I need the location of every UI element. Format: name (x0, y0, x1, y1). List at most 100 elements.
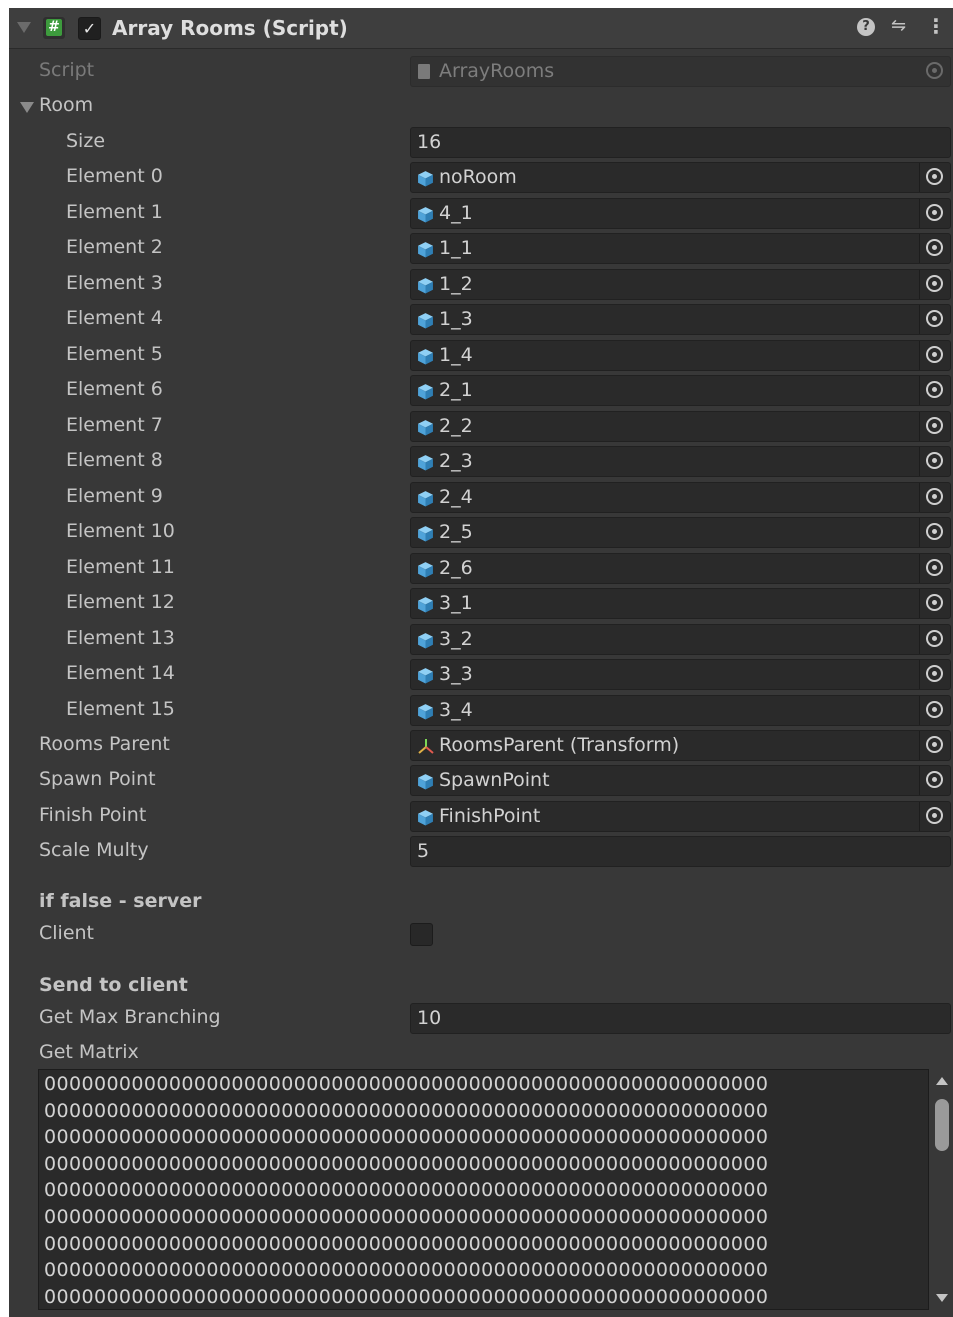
element-object-field[interactable]: 2_6 (410, 552, 951, 584)
object-picker-button[interactable] (919, 731, 950, 760)
matrix-textarea[interactable]: 0000000000000000000000000000000000000000… (38, 1069, 929, 1310)
object-picker-icon (926, 736, 943, 753)
object-picker-button[interactable] (919, 624, 950, 654)
object-picker-button[interactable] (919, 482, 950, 512)
matrix-scrollbar[interactable] (932, 1069, 952, 1310)
script-row: Script ArrayRooms (9, 55, 953, 90)
help-icon[interactable]: ? (857, 18, 875, 36)
object-picker-button[interactable] (919, 660, 950, 689)
matrix-line: 0000000000000000000000000000000000000000… (44, 1073, 769, 1095)
scale-multy-value[interactable]: 5 (417, 840, 429, 862)
object-picker-button[interactable] (919, 163, 950, 192)
object-picker-button[interactable] (919, 695, 950, 725)
scroll-down-arrow-icon[interactable] (936, 1294, 948, 1302)
spawn-point-label: Spawn Point (39, 768, 156, 790)
scale-multy-input[interactable]: 5 (410, 836, 951, 867)
element-object-field[interactable]: 2_1 (410, 375, 951, 406)
element-object-field[interactable]: 4_1 (410, 197, 951, 229)
scale-multy-label: Scale Multy (39, 839, 149, 861)
prefab-cube-icon (418, 774, 433, 790)
kebab-menu-icon[interactable]: ⋮ (926, 14, 946, 38)
scrollbar-thumb[interactable] (935, 1099, 949, 1151)
prefab-cube-icon (418, 242, 433, 258)
object-picker-icon (926, 594, 943, 611)
script-label: Script (39, 59, 95, 81)
element-object-field[interactable]: 3_3 (410, 659, 951, 690)
object-picker-icon (926, 62, 943, 79)
rooms-parent-label: Rooms Parent (39, 733, 170, 755)
element-object-field[interactable]: 3_1 (410, 588, 951, 619)
element-object-field[interactable]: noRoom (410, 162, 951, 193)
prefab-cube-icon (418, 526, 433, 542)
element-value: 1_4 (439, 343, 473, 366)
object-picker-button[interactable] (919, 305, 950, 334)
component-header[interactable]: # ✓ Array Rooms (Script) ? ⇋ ⋮ (9, 8, 953, 49)
rooms-parent-row: Rooms Parent RoomsParent (Transform) (9, 729, 953, 764)
finish-point-label: Finish Point (39, 804, 147, 826)
object-picker-button[interactable] (919, 376, 950, 405)
prefab-cube-icon (418, 490, 433, 506)
client-label: Client (39, 922, 95, 944)
element-object-field[interactable]: 3_4 (410, 694, 951, 726)
object-picker-button[interactable] (919, 198, 950, 228)
element-object-field[interactable]: 1_1 (410, 233, 951, 264)
server-header-row: if false - server (9, 886, 953, 921)
foldout-arrow-icon[interactable] (20, 102, 34, 113)
object-picker-icon (926, 452, 943, 469)
matrix-line: 0000000000000000000000000000000000000000… (44, 1206, 769, 1228)
spawn-point-value: SpawnPoint (439, 769, 550, 791)
scroll-up-arrow-icon[interactable] (936, 1077, 948, 1085)
prefab-cube-icon (418, 384, 433, 400)
object-picker-button[interactable] (919, 553, 950, 583)
component-enabled-checkbox[interactable]: ✓ (78, 17, 101, 40)
element-label: Element 10 (66, 520, 175, 542)
prefab-cube-icon (418, 313, 433, 329)
element-object-field[interactable]: 2_4 (410, 481, 951, 513)
client-row: Client (9, 918, 953, 953)
element-object-field[interactable]: 2_5 (410, 517, 951, 548)
finish-point-field[interactable]: FinishPoint (410, 801, 951, 832)
client-checkbox[interactable] (410, 923, 433, 946)
object-picker-button[interactable] (919, 340, 950, 370)
object-picker-button[interactable] (919, 447, 950, 476)
max-branching-value[interactable]: 10 (417, 1007, 441, 1029)
element-object-field[interactable]: 1_2 (410, 268, 951, 300)
element-object-field[interactable]: 2_3 (410, 446, 951, 477)
element-value: 3_3 (439, 663, 473, 685)
element-value: 1_3 (439, 308, 473, 330)
element-label: Element 13 (66, 626, 175, 649)
finish-point-value: FinishPoint (439, 805, 541, 827)
max-branching-input[interactable]: 10 (410, 1003, 951, 1034)
room-element-row: Element 11 2_6 (9, 552, 953, 587)
element-object-field[interactable]: 1_3 (410, 304, 951, 335)
element-label: Element 3 (66, 271, 163, 294)
preset-sliders-icon[interactable]: ⇋ (891, 15, 906, 36)
object-picker-button[interactable] (919, 766, 950, 795)
prefab-cube-icon (418, 419, 433, 435)
room-size-row: Size 16 (9, 126, 953, 161)
room-foldout[interactable]: Room (9, 90, 953, 125)
prefab-cube-icon (418, 171, 433, 187)
element-value: noRoom (439, 166, 517, 188)
object-picker-icon (926, 416, 943, 434)
object-picker-button[interactable] (919, 411, 950, 441)
element-object-field[interactable]: 1_4 (410, 339, 951, 371)
collapse-arrow-icon[interactable] (17, 22, 31, 33)
size-input[interactable]: 16 (410, 127, 951, 158)
spawn-point-field[interactable]: SpawnPoint (410, 765, 951, 796)
object-picker-button[interactable] (919, 518, 950, 547)
element-object-field[interactable]: 2_2 (410, 410, 951, 442)
room-element-row: Element 7 2_2 (9, 410, 953, 445)
component-title: Array Rooms (Script) (112, 16, 348, 40)
matrix-line: 0000000000000000000000000000000000000000… (44, 1126, 769, 1149)
object-picker-button[interactable] (919, 234, 950, 263)
object-picker-icon (926, 629, 943, 647)
object-picker-button[interactable] (919, 269, 950, 299)
rooms-parent-field[interactable]: RoomsParent (Transform) (410, 730, 951, 761)
element-label: Element 6 (66, 378, 163, 400)
matrix-line: 0000000000000000000000000000000000000000… (44, 1285, 769, 1308)
element-object-field[interactable]: 3_2 (410, 623, 951, 655)
object-picker-button[interactable] (919, 589, 950, 618)
size-value[interactable]: 16 (417, 131, 441, 153)
object-picker-button[interactable] (919, 802, 950, 831)
